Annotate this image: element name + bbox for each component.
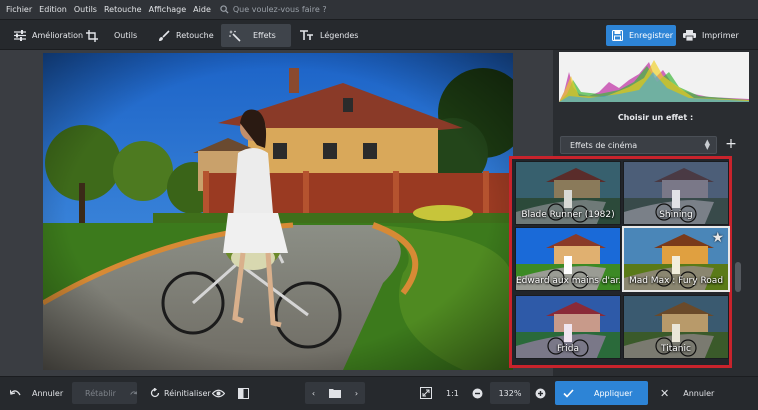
effects-scrollbar-thumb[interactable]: [735, 262, 741, 292]
effect-thumb-edward[interactable]: Edward aux mains d'ar...: [515, 227, 621, 291]
effect-label: Shining: [659, 210, 693, 220]
redo-button[interactable]: Rétablir: [72, 382, 137, 404]
search-field[interactable]: Que voulez-vous faire ?: [220, 5, 327, 14]
panel-title: Choisir un effet :: [617, 113, 694, 122]
compare-button[interactable]: [238, 382, 249, 404]
folder-icon[interactable]: [328, 388, 341, 398]
compare-icon: [238, 387, 249, 399]
menu-bar: Fichier Edition Outils Retouche Affichag…: [0, 0, 758, 19]
redo-label: Rétablir: [85, 388, 116, 398]
search-icon: [220, 5, 229, 14]
menu-retouche[interactable]: Retouche: [104, 5, 142, 14]
photo-image: [43, 53, 513, 370]
effects-grid: Blade Runner (1982) Shining Edward aux m…: [509, 156, 732, 368]
histogram: [559, 52, 749, 102]
fit-screen-icon: [420, 387, 432, 399]
effect-thumb-titanic[interactable]: Titanic: [623, 295, 729, 359]
effect-thumb-frida[interactable]: Frida: [515, 295, 621, 359]
menu-fichier[interactable]: Fichier: [6, 5, 32, 14]
undo-button[interactable]: Annuler: [10, 382, 63, 404]
reset-icon: [150, 388, 160, 398]
effect-label: Frida: [557, 344, 579, 354]
effect-thumb-shining[interactable]: Shining: [623, 161, 729, 225]
effect-thumb-mad-max[interactable]: ★ Mad Max : Fury Road: [622, 226, 730, 292]
menu-affichage[interactable]: Affichage: [149, 5, 187, 14]
effect-label: Edward aux mains d'ar...: [516, 276, 620, 286]
effect-label: Titanic: [661, 344, 691, 354]
save-button[interactable]: Enregistrer: [606, 25, 676, 46]
undo-icon: [10, 389, 21, 395]
add-effect-button[interactable]: +: [722, 136, 740, 154]
bottom-bar: Annuler Rétablir Réinitialiser ‹ › 1:1 1…: [0, 376, 758, 410]
menu-aide[interactable]: Aide: [193, 5, 211, 14]
effect-label: Blade Runner (1982): [521, 210, 615, 220]
cancel-label: Annuler: [683, 388, 715, 398]
tab-label: Retouche: [176, 31, 214, 40]
tab-amelioration[interactable]: Amélioration: [6, 24, 83, 47]
select-value: Effets de cinéma: [570, 140, 638, 150]
main-toolbar: Amélioration Outils Retouche Effets Lége…: [0, 19, 758, 50]
menu-edition[interactable]: Edition: [39, 5, 67, 14]
previous-arrow-icon[interactable]: ‹: [312, 389, 315, 398]
text-icon: [300, 30, 313, 40]
sliders-icon: [14, 30, 26, 41]
save-label: Enregistrer: [629, 31, 674, 40]
zoom-actual-button[interactable]: 1:1: [446, 382, 459, 404]
tab-retouche[interactable]: Retouche: [150, 24, 216, 47]
zoom-value: 132%: [498, 388, 522, 398]
tab-effets[interactable]: Effets: [221, 24, 291, 47]
select-arrows-icon: ▲ ▼: [704, 138, 710, 151]
save-icon: [612, 30, 623, 41]
tab-outils[interactable]: Outils: [78, 24, 138, 47]
zoom-value-field[interactable]: 132%: [490, 382, 530, 404]
zoom-actual-label: 1:1: [446, 388, 459, 398]
redo-icon: [130, 390, 137, 395]
undo-label: Annuler: [32, 388, 64, 398]
eye-icon: [212, 389, 225, 397]
effect-category-select[interactable]: Effets de cinéma ▲ ▼: [560, 136, 717, 154]
fit-screen-button[interactable]: [420, 382, 432, 404]
menu-outils[interactable]: Outils: [74, 5, 97, 14]
tab-label: Légendes: [320, 31, 359, 40]
tab-label: Amélioration: [32, 31, 84, 40]
preview-eye-button[interactable]: [212, 382, 225, 404]
effect-label: Mad Max : Fury Road: [628, 276, 724, 286]
tab-label: Effets: [253, 31, 276, 40]
zoom-in-button[interactable]: [535, 382, 546, 404]
reset-label: Réinitialiser: [164, 388, 211, 398]
close-icon: ✕: [660, 386, 670, 400]
brush-icon: [159, 29, 170, 41]
printer-icon: [683, 30, 696, 41]
print-button[interactable]: Imprimer: [681, 25, 751, 46]
crop-icon: [86, 29, 98, 42]
zoom-out-button[interactable]: [472, 382, 483, 404]
apply-button[interactable]: Appliquer: [555, 381, 648, 405]
plus-circle-icon: [535, 388, 546, 398]
magic-wand-icon: [229, 29, 241, 42]
next-arrow-icon[interactable]: ›: [355, 389, 358, 398]
cancel-button[interactable]: ✕ Annuler: [660, 382, 714, 404]
minus-circle-icon: [472, 388, 483, 398]
favorite-star-icon[interactable]: ★: [711, 230, 724, 246]
reset-button[interactable]: Réinitialiser: [150, 382, 211, 404]
apply-label: Appliquer: [594, 388, 633, 398]
tab-legendes[interactable]: Légendes: [292, 24, 358, 47]
file-navigator: ‹ ›: [305, 382, 365, 404]
print-label: Imprimer: [702, 31, 739, 40]
effect-thumb-blade-runner[interactable]: Blade Runner (1982): [515, 161, 621, 225]
search-placeholder: Que voulez-vous faire ?: [232, 5, 327, 14]
tab-label: Outils: [114, 31, 138, 40]
check-icon: [563, 388, 574, 398]
